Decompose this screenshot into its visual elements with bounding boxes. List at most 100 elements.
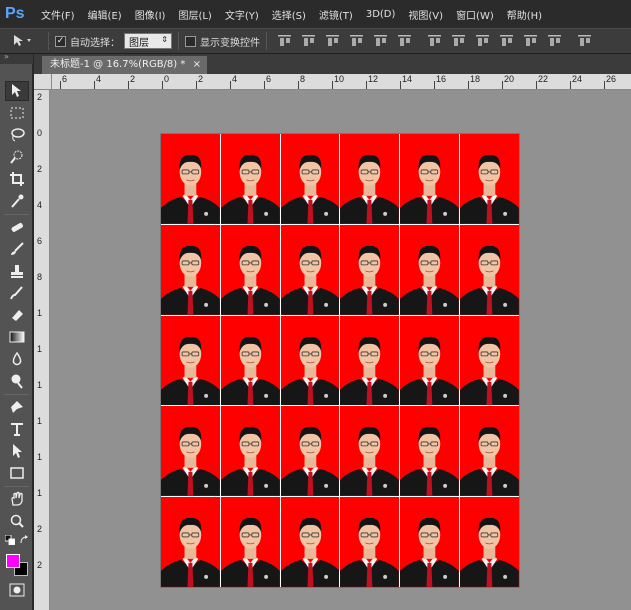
- ruler-tick: [434, 81, 435, 89]
- ruler-tick: [162, 81, 163, 89]
- path-selection-tool[interactable]: [5, 441, 29, 461]
- close-tab-icon[interactable]: ×: [193, 56, 201, 74]
- menu-bar: Ps 文件(F) 编辑(E) 图像(I) 图层(L) 文字(Y) 选择(S) 滤…: [0, 0, 631, 28]
- clone-stamp-tool[interactable]: [5, 261, 29, 281]
- vertical-ruler[interactable]: 2 0 2 4 6 8 1 1 1 1 1 1 2 2: [34, 90, 50, 610]
- menu-type[interactable]: 文字(Y): [225, 7, 259, 22]
- ruler-tick-label: 6: [266, 74, 272, 84]
- id-photo: [280, 134, 340, 224]
- brush-icon: [11, 242, 24, 255]
- auto-select-value: 图层: [129, 37, 149, 49]
- history-brush-tool[interactable]: [5, 283, 29, 303]
- default-colors-button[interactable]: [4, 533, 16, 547]
- menu-window[interactable]: 窗口(W): [456, 7, 494, 22]
- menu-3d[interactable]: 3D(D): [366, 9, 396, 20]
- distribute-right-icon[interactable]: [547, 34, 562, 48]
- align-right-icon[interactable]: [397, 34, 412, 48]
- ruler-tick-label: 2: [130, 74, 136, 84]
- canvas-workspace[interactable]: [50, 90, 631, 610]
- quick-selection-icon: [10, 150, 23, 164]
- zoom-tool[interactable]: [5, 511, 29, 531]
- gradient-tool[interactable]: [5, 327, 29, 347]
- quick-selection-tool[interactable]: [5, 147, 29, 167]
- type-icon: [11, 423, 23, 436]
- move-tool[interactable]: [5, 81, 29, 101]
- auto-select-dropdown[interactable]: 图层 ⇕: [124, 33, 172, 49]
- auto-select-checkbox[interactable]: ✓: [55, 35, 66, 47]
- panel-collapse-bar[interactable]: »: [0, 52, 33, 64]
- ruler-tick-label: 1: [37, 344, 43, 354]
- healing-brush-tool[interactable]: [5, 217, 29, 237]
- shape-tool[interactable]: [5, 463, 29, 483]
- id-photo: [161, 497, 220, 587]
- menu-help[interactable]: 帮助(H): [507, 7, 542, 22]
- distribute-vcenter-icon[interactable]: [451, 34, 466, 48]
- document-tab[interactable]: 未标题-1 @ 16.7%(RGB/8) * ×: [42, 56, 207, 74]
- id-photo: [400, 134, 460, 224]
- photoshop-logo: Ps: [5, 5, 25, 22]
- ruler-origin[interactable]: [34, 74, 52, 90]
- menu-layer[interactable]: 图层(L): [178, 7, 211, 22]
- menu-select[interactable]: 选择(S): [272, 7, 306, 22]
- align-vcenter-icon[interactable]: [301, 34, 316, 48]
- dodge-icon: [11, 374, 23, 389]
- eyedropper-tool[interactable]: [5, 191, 29, 211]
- tool-preset-picker[interactable]: [12, 31, 42, 51]
- align-hcenter-icon[interactable]: [373, 34, 388, 48]
- id-photo: [161, 315, 220, 406]
- id-photo: [400, 406, 460, 497]
- swap-arrow-icon: [20, 535, 28, 544]
- align-top-icon[interactable]: [277, 34, 292, 48]
- pen-tool[interactable]: [5, 397, 29, 417]
- document-canvas[interactable]: [161, 134, 519, 587]
- distribute-top-icon[interactable]: [427, 34, 442, 48]
- hand-tool[interactable]: [5, 489, 29, 509]
- id-photo: [220, 315, 280, 406]
- align-left-icon[interactable]: [349, 34, 364, 48]
- history-brush-icon: [10, 286, 23, 300]
- id-photo: [460, 497, 519, 587]
- align-bottom-icon[interactable]: [325, 34, 340, 48]
- default-colors-icon: [5, 535, 15, 545]
- show-transform-label: 显示变换控件: [200, 37, 260, 49]
- dodge-tool[interactable]: [5, 371, 29, 391]
- bandage-icon: [11, 223, 23, 232]
- ruler-tick-label: 1: [37, 488, 43, 498]
- distribute-hcenter-icon[interactable]: [523, 34, 538, 48]
- show-transform-checkbox[interactable]: [185, 35, 196, 47]
- auto-align-icon[interactable]: [577, 34, 592, 48]
- eraser-tool[interactable]: [5, 305, 29, 325]
- ruler-tick-label: 22: [538, 74, 549, 84]
- move-icon: [12, 84, 21, 97]
- id-photo: [340, 315, 400, 406]
- foreground-color-swatch[interactable]: [6, 554, 20, 568]
- ruler-tick-label: 0: [37, 128, 43, 138]
- crop-tool[interactable]: [5, 169, 29, 189]
- id-photo: [161, 406, 220, 497]
- lasso-tool[interactable]: [5, 125, 29, 145]
- ruler-tick-label: 1: [37, 416, 43, 426]
- ruler-tick-label: 0: [164, 74, 170, 84]
- blur-tool[interactable]: [5, 349, 29, 369]
- horizontal-ruler[interactable]: 6 4 2 0 2 4 6 8 10 12 14 16 18 20 22 24 26: [52, 74, 631, 90]
- ruler-tick-label: 26: [606, 74, 617, 84]
- menu-edit[interactable]: 编辑(E): [88, 7, 122, 22]
- menu-filter[interactable]: 滤镜(T): [319, 7, 353, 22]
- distribute-bottom-icon[interactable]: [475, 34, 490, 48]
- brush-tool[interactable]: [5, 239, 29, 259]
- menu-view[interactable]: 视图(V): [408, 7, 443, 22]
- tools-panel: [0, 64, 33, 610]
- marquee-tool[interactable]: [5, 103, 29, 123]
- type-tool[interactable]: [5, 419, 29, 439]
- distribute-left-icon[interactable]: [499, 34, 514, 48]
- dropdown-arrows-icon: ⇕: [161, 35, 168, 44]
- menu-file[interactable]: 文件(F): [41, 7, 75, 22]
- ruler-tick-label: 2: [37, 524, 43, 534]
- ruler-tick-label: 1: [37, 452, 43, 462]
- id-photo: [220, 134, 280, 224]
- move-tool-icon: [14, 35, 31, 46]
- quick-mask-button[interactable]: [5, 581, 29, 599]
- swap-colors-button[interactable]: [18, 533, 30, 547]
- menu-image[interactable]: 图像(I): [135, 7, 166, 22]
- crop-icon: [10, 172, 24, 186]
